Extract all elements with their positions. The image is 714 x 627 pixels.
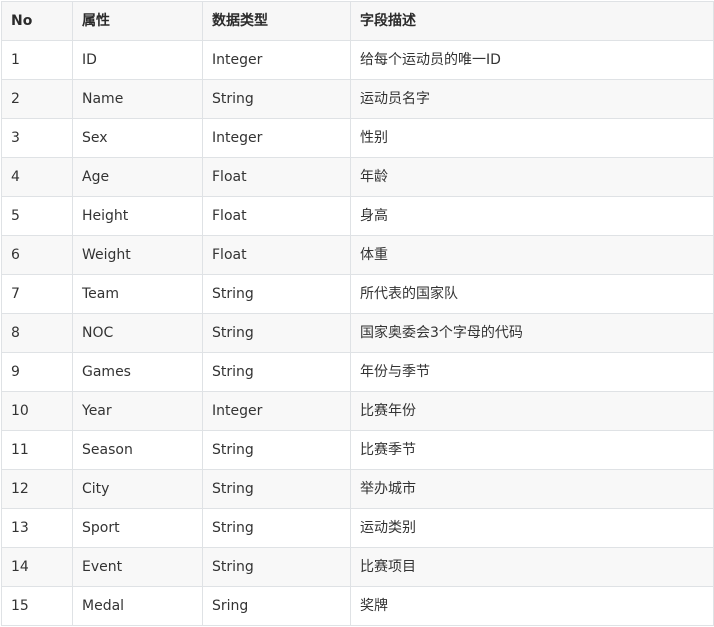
header-data-type: 数据类型 — [202, 1, 351, 41]
table-row: 7 Team String 所代表的国家队 — [1, 274, 714, 314]
cell-attribute: ID — [72, 40, 203, 80]
table-row: 15 Medal Sring 奖牌 — [1, 586, 714, 626]
cell-no: 11 — [1, 430, 73, 470]
cell-attribute: Sport — [72, 508, 203, 548]
table-row: 14 Event String 比赛项目 — [1, 547, 714, 587]
cell-description: 体重 — [350, 235, 714, 275]
cell-attribute: Weight — [72, 235, 203, 275]
cell-no: 9 — [1, 352, 73, 392]
cell-attribute: Age — [72, 157, 203, 197]
table-row: 8 NOC String 国家奥委会3个字母的代码 — [1, 313, 714, 353]
cell-data-type: String — [202, 313, 351, 353]
table-row: 12 City String 举办城市 — [1, 469, 714, 509]
table-row: 11 Season String 比赛季节 — [1, 430, 714, 470]
cell-no: 8 — [1, 313, 73, 353]
table-header: No 属性 数据类型 字段描述 — [1, 1, 714, 41]
cell-attribute: Games — [72, 352, 203, 392]
cell-description: 举办城市 — [350, 469, 714, 509]
cell-no: 15 — [1, 586, 73, 626]
cell-description: 运动类别 — [350, 508, 714, 548]
table-row: 10 Year Integer 比赛年份 — [1, 391, 714, 431]
cell-no: 10 — [1, 391, 73, 431]
cell-description: 比赛年份 — [350, 391, 714, 431]
cell-data-type: String — [202, 352, 351, 392]
cell-data-type: Integer — [202, 40, 351, 80]
cell-description: 比赛季节 — [350, 430, 714, 470]
cell-data-type: String — [202, 508, 351, 548]
cell-data-type: Float — [202, 157, 351, 197]
cell-no: 3 — [1, 118, 73, 158]
cell-data-type: Integer — [202, 118, 351, 158]
cell-attribute: Season — [72, 430, 203, 470]
cell-data-type: String — [202, 547, 351, 587]
table-row: 2 Name String 运动员名字 — [1, 79, 714, 119]
cell-attribute: NOC — [72, 313, 203, 353]
cell-attribute: City — [72, 469, 203, 509]
cell-no: 4 — [1, 157, 73, 197]
cell-data-type: Float — [202, 235, 351, 275]
cell-data-type: String — [202, 469, 351, 509]
cell-attribute: Team — [72, 274, 203, 314]
cell-data-type: Float — [202, 196, 351, 236]
cell-no: 14 — [1, 547, 73, 587]
header-no: No — [1, 1, 73, 41]
cell-attribute: Name — [72, 79, 203, 119]
cell-no: 13 — [1, 508, 73, 548]
cell-description: 比赛项目 — [350, 547, 714, 587]
cell-description: 所代表的国家队 — [350, 274, 714, 314]
cell-description: 国家奥委会3个字母的代码 — [350, 313, 714, 353]
fields-table: No 属性 数据类型 字段描述 1 ID Integer 给每个运动员的唯一ID 2 Na… — [1, 1, 714, 626]
table-row: 1 ID Integer 给每个运动员的唯一ID — [1, 40, 714, 80]
table-row: 13 Sport String 运动类别 — [1, 508, 714, 548]
cell-attribute: Height — [72, 196, 203, 236]
cell-description: 运动员名字 — [350, 79, 714, 119]
cell-description: 身高 — [350, 196, 714, 236]
cell-attribute: Sex — [72, 118, 203, 158]
cell-attribute: Medal — [72, 586, 203, 626]
cell-no: 7 — [1, 274, 73, 314]
table-row: 6 Weight Float 体重 — [1, 235, 714, 275]
cell-description: 性别 — [350, 118, 714, 158]
header-description: 字段描述 — [350, 1, 714, 41]
cell-no: 1 — [1, 40, 73, 80]
table-row: 5 Height Float 身高 — [1, 196, 714, 236]
cell-no: 5 — [1, 196, 73, 236]
cell-no: 6 — [1, 235, 73, 275]
cell-data-type: Sring — [202, 586, 351, 626]
cell-description: 奖牌 — [350, 586, 714, 626]
cell-data-type: String — [202, 79, 351, 119]
table-row: 3 Sex Integer 性别 — [1, 118, 714, 158]
cell-no: 2 — [1, 79, 73, 119]
table-row: 4 Age Float 年龄 — [1, 157, 714, 197]
cell-data-type: String — [202, 274, 351, 314]
table-body: 1 ID Integer 给每个运动员的唯一ID 2 Name String 运动员名字 3 Se… — [1, 40, 714, 626]
cell-attribute: Event — [72, 547, 203, 587]
cell-attribute: Year — [72, 391, 203, 431]
cell-description: 年龄 — [350, 157, 714, 197]
header-row: No 属性 数据类型 字段描述 — [1, 1, 714, 41]
cell-data-type: String — [202, 430, 351, 470]
cell-description: 年份与季节 — [350, 352, 714, 392]
cell-no: 12 — [1, 469, 73, 509]
cell-description: 给每个运动员的唯一ID — [350, 40, 714, 80]
cell-data-type: Integer — [202, 391, 351, 431]
header-attribute: 属性 — [72, 1, 203, 41]
table-row: 9 Games String 年份与季节 — [1, 352, 714, 392]
